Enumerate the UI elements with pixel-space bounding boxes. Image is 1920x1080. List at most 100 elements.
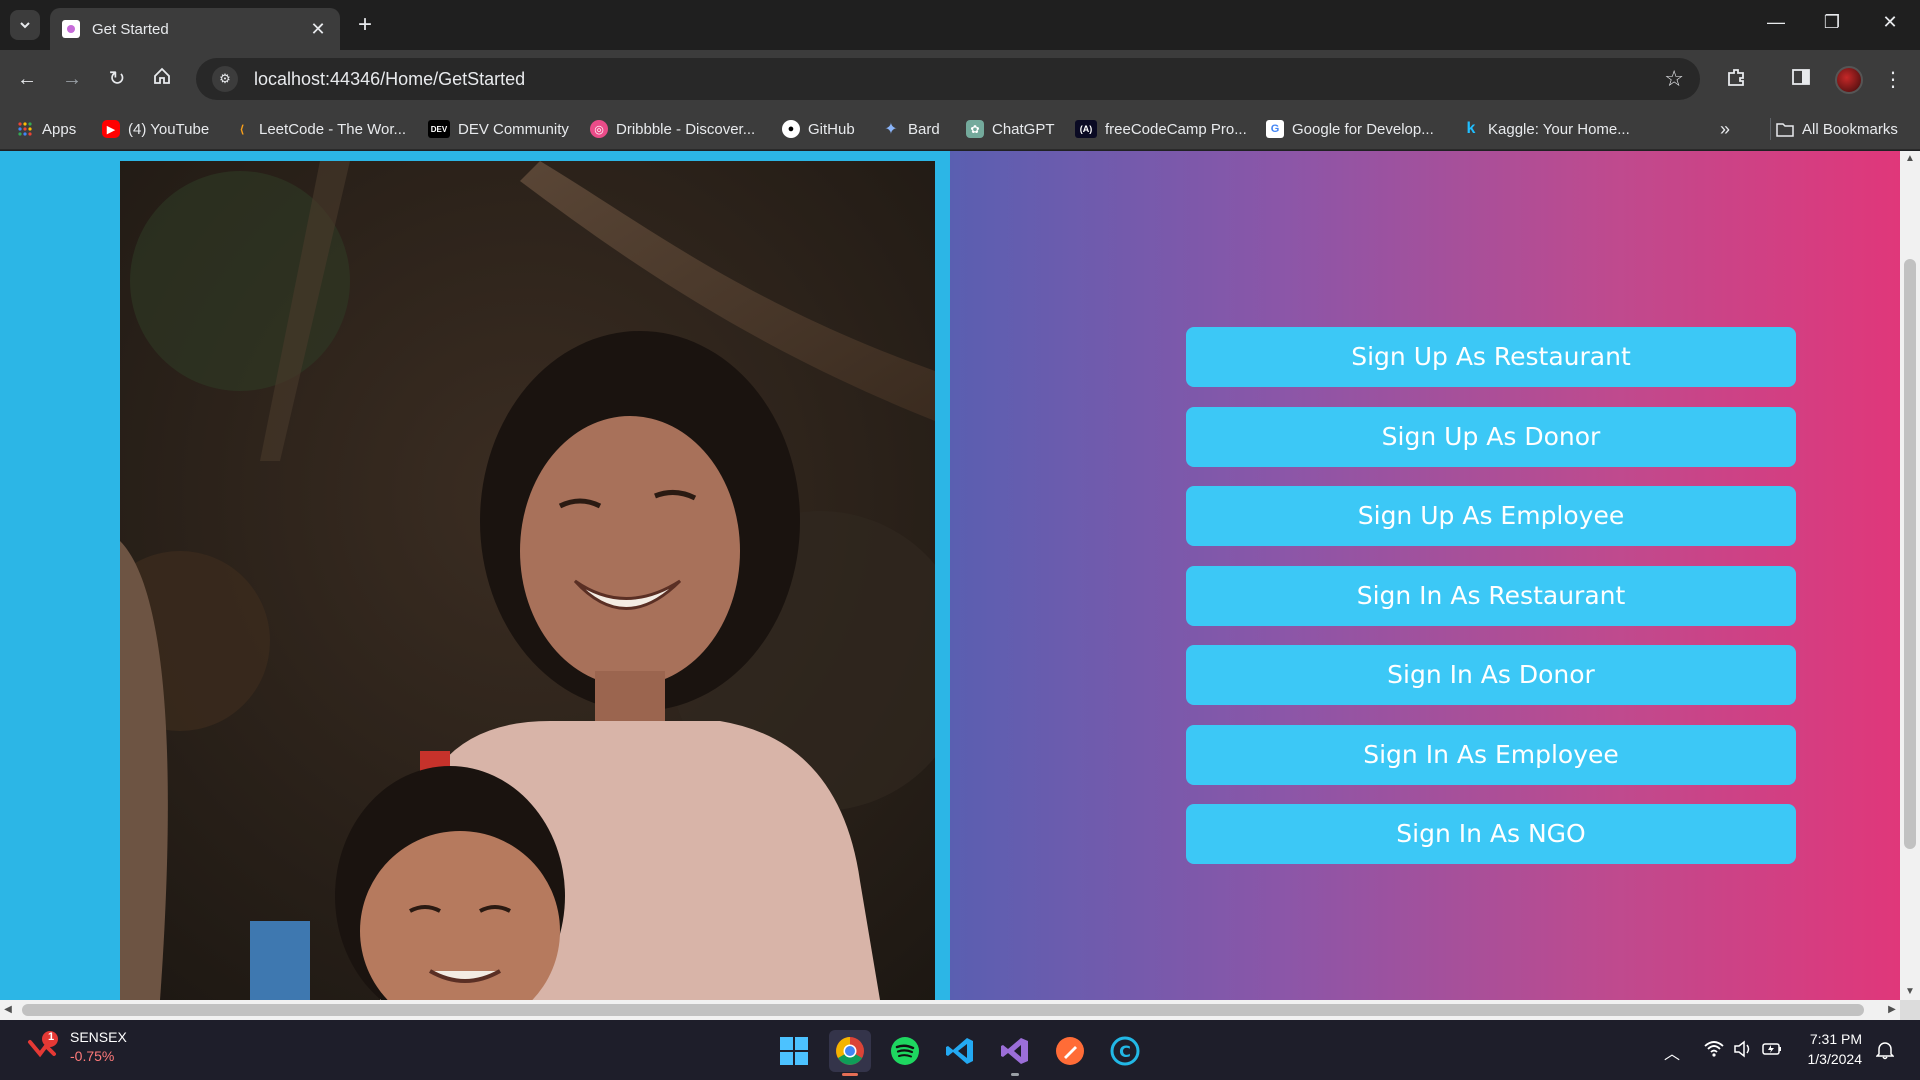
svg-text:C: C [1119,1042,1131,1061]
system-clock[interactable]: 7:31 PM 1/3/2024 [1782,1029,1863,1069]
bookmark-google-developers[interactable]: G Google for Develop... [1266,116,1434,142]
close-window-button[interactable]: ✕ [1870,12,1910,33]
tab-title: Get Started [92,20,169,38]
vscode-icon[interactable] [939,1030,981,1072]
reload-button[interactable]: ↻ [104,66,130,92]
active-tab[interactable]: Get Started ✕ [50,8,340,50]
clock-time: 7:31 PM [1809,1031,1862,1047]
bookmark-github[interactable]: ● GitHub [782,116,855,142]
youtube-icon: ▶ [102,120,120,138]
side-panel-icon[interactable] [1787,66,1815,94]
chrome-icon[interactable] [829,1030,871,1076]
sign-in-restaurant-button[interactable]: Sign In As Restaurant [1186,565,1796,626]
chrome-menu-icon[interactable]: ⋮ [1879,66,1907,94]
home-icon [154,67,170,84]
widget-value: -0.75% [70,1048,115,1064]
sensex-widget[interactable]: 1 SENSEX -0.75% [26,1028,127,1066]
scroll-down-arrow-icon[interactable]: ▼ [1900,984,1920,1000]
cursor-c-icon[interactable]: C [1104,1030,1146,1072]
bookmark-label: Bard [908,120,940,138]
visual-studio-icon[interactable] [994,1030,1036,1076]
bookmark-kaggle[interactable]: k Kaggle: Your Home... [1462,116,1630,142]
battery-icon[interactable] [1762,1040,1782,1063]
profile-avatar[interactable] [1835,66,1863,94]
chevron-down-icon [20,22,30,29]
windows-start-icon[interactable] [773,1030,815,1072]
running-app-indicator [1011,1073,1019,1076]
active-app-indicator [842,1073,858,1076]
all-bookmarks-label: All Bookmarks [1802,120,1898,138]
bookmark-youtube[interactable]: ▶ (4) YouTube [102,116,209,142]
dribbble-icon: ◎ [590,120,608,138]
freecodecamp-icon: (A) [1075,120,1097,138]
auth-button-stack: Sign Up As Restaurant Sign Up As Donor S… [1186,327,1796,884]
new-tab-button[interactable]: + [352,12,378,38]
site-favicon-icon [62,20,80,38]
widget-name: SENSEX [70,1029,127,1045]
bookmark-freecodecamp[interactable]: (A) freeCodeCamp Pro... [1075,116,1247,142]
notification-bell-icon[interactable] [1875,1040,1895,1065]
all-bookmarks-button[interactable]: All Bookmarks [1776,116,1898,142]
bookmark-label: Dribbble - Discover... [616,120,756,138]
widget-text: SENSEX -0.75% [70,1028,127,1066]
bookmark-dev[interactable]: DEV DEV Community [428,116,569,142]
chevron-double-right-icon: » [1720,118,1731,139]
extensions-icon[interactable] [1722,66,1750,94]
bookmark-label: GitHub [808,120,855,138]
minimize-button[interactable]: — [1756,12,1796,33]
bookmark-bard[interactable]: ✦ Bard [882,116,940,142]
forward-button[interactable]: → [59,66,85,92]
scroll-left-arrow-icon[interactable]: ◀ [0,1000,16,1020]
google-icon: G [1266,120,1284,138]
bookmarks-divider [1770,118,1771,140]
scrollbar-corner [1900,1000,1920,1020]
bookmark-star-icon[interactable]: ☆ [1664,66,1684,92]
dev-icon: DEV [428,120,450,138]
postman-icon[interactable] [1049,1030,1091,1072]
bookmark-leetcode[interactable]: ⟨ LeetCode - The Wor... [233,116,406,142]
sign-in-donor-button[interactable]: Sign In As Donor [1186,645,1796,705]
tab-search-button[interactable] [10,10,40,40]
bard-icon: ✦ [884,121,898,138]
apps-grid-icon [16,120,34,138]
horizontal-scrollbar[interactable]: ◀ ▶ [0,1000,1900,1020]
volume-icon[interactable] [1733,1040,1753,1063]
bookmark-apps[interactable]: Apps [16,116,76,142]
site-info-icon[interactable]: ⚙ [212,66,238,92]
tab-close-icon[interactable]: ✕ [308,19,328,40]
sign-up-employee-button[interactable]: Sign Up As Employee [1186,486,1796,546]
home-button[interactable] [149,66,175,92]
bookmarks-overflow-button[interactable]: » [1720,116,1730,142]
folder-icon [1776,120,1794,138]
scroll-right-arrow-icon[interactable]: ▶ [1884,1000,1900,1020]
bookmark-dribbble[interactable]: ◎ Dribbble - Discover... [590,116,755,142]
scroll-up-arrow-icon[interactable]: ▲ [1900,151,1920,167]
horizontal-scroll-thumb[interactable] [22,1004,1864,1016]
restore-button[interactable]: ❐ [1812,12,1852,33]
spotify-icon[interactable] [884,1030,926,1072]
hero-photo-illustration [120,161,935,1000]
notification-badge: 1 [47,1031,55,1043]
address-bar-url[interactable]: localhost:44346/Home/GetStarted [254,69,1664,90]
vertical-scrollbar[interactable]: ▲ ▼ [1900,151,1920,1000]
bookmark-label: ChatGPT [992,120,1055,138]
bookmark-chatgpt[interactable]: ✿ ChatGPT [966,116,1055,142]
bookmark-label: freeCodeCamp Pro... [1105,120,1247,138]
bookmark-label: DEV Community [458,120,569,138]
bookmark-label: Apps [42,120,77,138]
address-bar[interactable]: ⚙ localhost:44346/Home/GetStarted ☆ [196,58,1700,100]
wifi-icon[interactable] [1704,1040,1724,1063]
leetcode-icon: ⟨ [239,123,245,136]
hero-photo-children [120,161,935,1000]
sign-up-restaurant-button[interactable]: Sign Up As Restaurant [1186,327,1796,387]
sign-in-ngo-button[interactable]: Sign In As NGO [1186,804,1796,864]
back-button[interactable]: ← [14,66,40,92]
bookmark-label: Google for Develop... [1292,120,1434,138]
bookmark-label: Kaggle: Your Home... [1488,120,1630,138]
show-hidden-icons-chevron-up-icon[interactable]: ︿ [1664,1040,1680,1064]
sign-up-donor-button[interactable]: Sign Up As Donor [1186,406,1796,467]
vertical-scroll-thumb[interactable] [1904,259,1916,849]
chatgpt-icon: ✿ [966,120,984,138]
sign-in-employee-button[interactable]: Sign In As Employee [1186,724,1796,785]
stock-trend-icon: 1 [26,1030,60,1064]
